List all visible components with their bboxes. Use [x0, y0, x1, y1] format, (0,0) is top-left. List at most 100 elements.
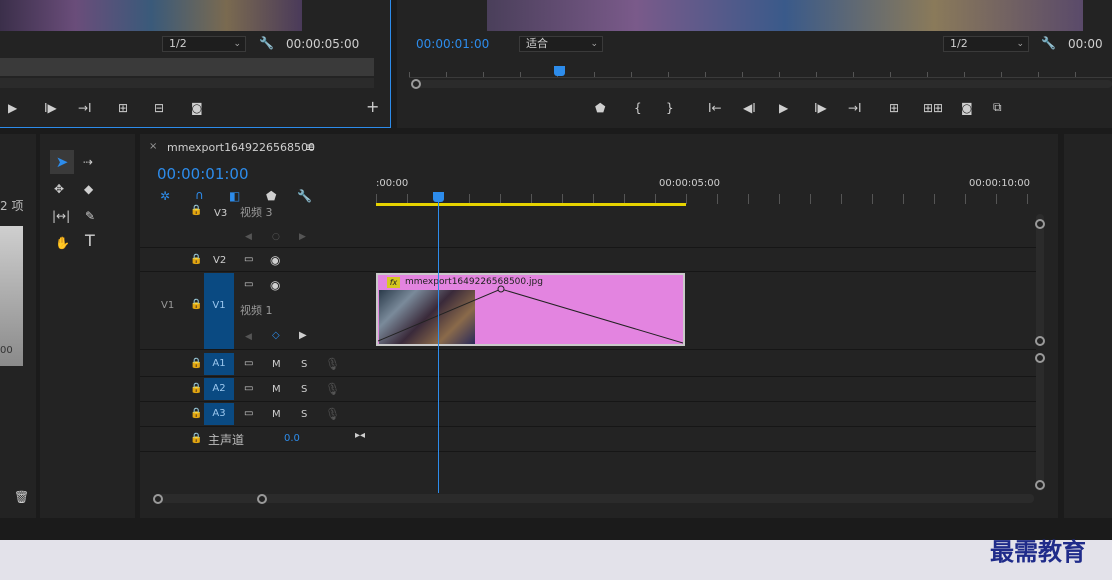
wrench-icon[interactable]: 🔧	[1041, 36, 1056, 50]
play-icon[interactable]: ▶	[8, 101, 17, 115]
panel-menu-icon[interactable]: ≡	[305, 140, 315, 154]
timeline-playhead-line[interactable]	[438, 200, 439, 493]
fit-select[interactable]: 适合 ⌄	[519, 36, 603, 52]
mark-out-icon[interactable]: }	[666, 101, 674, 115]
solo-button-a2[interactable]: S	[301, 384, 307, 395]
mute-button-a3[interactable]: M	[272, 409, 281, 420]
zoom-handle-left[interactable]	[153, 494, 163, 504]
wrench-icon[interactable]: 🔧	[297, 189, 312, 203]
video-scroll-top-handle[interactable]	[1035, 219, 1045, 229]
audio-vertical-scrollbar[interactable]	[1036, 353, 1044, 491]
camera-icon[interactable]: ◙	[191, 101, 203, 115]
source-patch-v1[interactable]: V1	[161, 300, 174, 311]
selection-tool-icon[interactable]: ➤	[50, 150, 74, 174]
zoom-handle-left[interactable]	[411, 79, 421, 89]
step-forward-icon[interactable]: I▶	[44, 101, 57, 115]
mute-button-a2[interactable]: M	[272, 384, 281, 395]
lane-a2[interactable]	[376, 377, 1036, 402]
source-scrub-bar[interactable]	[0, 58, 374, 76]
track-target-a2[interactable]: A2	[204, 378, 234, 400]
nest-icon[interactable]: ✲	[160, 189, 170, 203]
lane-v3[interactable]	[376, 206, 1036, 248]
source-resolution-select[interactable]: 1/2 ⌄	[162, 36, 246, 52]
solo-button-a1[interactable]: S	[301, 359, 307, 370]
program-current-timecode[interactable]: 00:00:01:00	[416, 37, 489, 51]
sync-lock-icon[interactable]: ▭	[244, 382, 253, 396]
eye-icon[interactable]: ◉	[270, 278, 280, 292]
lane-v2[interactable]	[376, 248, 1036, 272]
lock-icon[interactable]: 🔒	[190, 433, 202, 444]
timeline-horizontal-scrollbar[interactable]	[154, 494, 1034, 503]
type-tool-icon[interactable]: T	[85, 233, 95, 249]
video-clip[interactable]: fx mmexport1649226568500.jpg	[376, 273, 685, 346]
lock-icon[interactable]: 🔒	[190, 408, 202, 419]
slip-icon[interactable]: |↔|	[52, 209, 70, 223]
lock-icon[interactable]: 🔒	[190, 299, 202, 310]
go-to-out-icon[interactable]: →I	[848, 101, 862, 115]
lock-icon[interactable]: 🔒	[190, 254, 202, 265]
microphone-icon[interactable]: 🎙	[325, 357, 340, 371]
linked-selection-icon[interactable]: ◧	[229, 189, 240, 203]
program-ruler[interactable]	[409, 64, 1112, 78]
go-to-out-icon[interactable]: →I	[78, 101, 92, 115]
ripple-edit-icon[interactable]: ✥	[54, 182, 64, 196]
lock-icon[interactable]: 🔒	[190, 205, 202, 216]
lift-icon[interactable]: ⊞	[889, 101, 899, 115]
add-keyframe-icon[interactable]: ◇	[272, 329, 280, 343]
compare-view-icon[interactable]: ⧉	[993, 100, 1002, 114]
sync-lock-icon[interactable]: ▭	[244, 407, 253, 421]
lock-icon[interactable]: 🔒	[190, 358, 202, 369]
hand-icon[interactable]: ✋	[55, 236, 70, 250]
track-target-v1[interactable]: V1	[204, 273, 234, 349]
video-vertical-scrollbar[interactable]	[1036, 214, 1044, 344]
program-playhead[interactable]	[554, 66, 565, 76]
zoom-handle-right[interactable]	[257, 494, 267, 504]
insert-icon[interactable]: ⊞	[118, 101, 128, 115]
next-keyframe-icon[interactable]: ▶	[299, 230, 306, 244]
overwrite-icon[interactable]: ⊟	[154, 101, 164, 115]
add-marker-icon[interactable]: ⬟	[595, 101, 605, 115]
mute-button-a1[interactable]: M	[272, 359, 281, 370]
prev-keyframe-icon[interactable]: ◀	[245, 230, 252, 244]
track-target-a3[interactable]: A3	[204, 403, 234, 425]
lock-icon[interactable]: 🔒	[190, 383, 202, 394]
next-keyframe-icon[interactable]: ▶	[299, 329, 307, 343]
audio-scroll-bottom-handle[interactable]	[1035, 480, 1045, 490]
solo-button-a3[interactable]: S	[301, 409, 307, 420]
step-back-icon[interactable]: ◀I	[743, 101, 756, 115]
timeline-timecode[interactable]: 00:00:01:00	[157, 165, 249, 183]
lane-a3[interactable]	[376, 402, 1036, 427]
sequence-tab-name[interactable]: mmexport1649226568500	[167, 141, 315, 154]
lane-a1[interactable]	[376, 352, 1036, 377]
add-marker-icon[interactable]: ⬟	[266, 189, 276, 203]
sync-lock-icon[interactable]: ▭	[244, 278, 253, 292]
program-resolution-select[interactable]: 1/2 ⌄	[943, 36, 1029, 52]
play-icon[interactable]: ▶	[779, 101, 788, 115]
sync-lock-icon[interactable]: ▭	[244, 253, 253, 267]
microphone-icon[interactable]: 🎙	[325, 407, 340, 421]
track-target-a1[interactable]: A1	[204, 353, 234, 375]
extract-icon[interactable]: ⊞⊞	[923, 101, 943, 115]
lane-master[interactable]	[376, 427, 1036, 452]
opacity-keyframe-line[interactable]	[378, 275, 683, 344]
add-keyframe-icon[interactable]: ○	[272, 230, 280, 244]
master-volume-value[interactable]: 0.0	[284, 433, 300, 444]
razor-icon[interactable]: ◆	[84, 182, 93, 196]
video-scroll-bottom-handle[interactable]	[1035, 336, 1045, 346]
go-to-end-icon[interactable]: ▸◂	[355, 429, 365, 443]
microphone-icon[interactable]: 🎙	[325, 382, 340, 396]
wrench-icon[interactable]: 🔧	[259, 36, 274, 50]
sync-lock-icon[interactable]: ▭	[244, 357, 253, 371]
step-forward-icon[interactable]: I▶	[814, 101, 827, 115]
program-zoom-bar[interactable]	[412, 80, 1112, 88]
track-select-icon[interactable]: ⇢	[83, 155, 93, 169]
snap-icon[interactable]: ∩	[195, 188, 204, 202]
eye-icon[interactable]: ◉	[270, 253, 280, 267]
add-button[interactable]: +	[366, 99, 379, 115]
camera-icon[interactable]: ◙	[961, 101, 973, 115]
trash-icon[interactable]: 🗑	[14, 490, 29, 504]
timeline-tab-close[interactable]: ×	[149, 141, 157, 152]
pen-icon[interactable]: ✎	[85, 209, 95, 223]
go-to-in-icon[interactable]: I←	[708, 101, 722, 115]
mark-in-icon[interactable]: {	[634, 101, 642, 115]
